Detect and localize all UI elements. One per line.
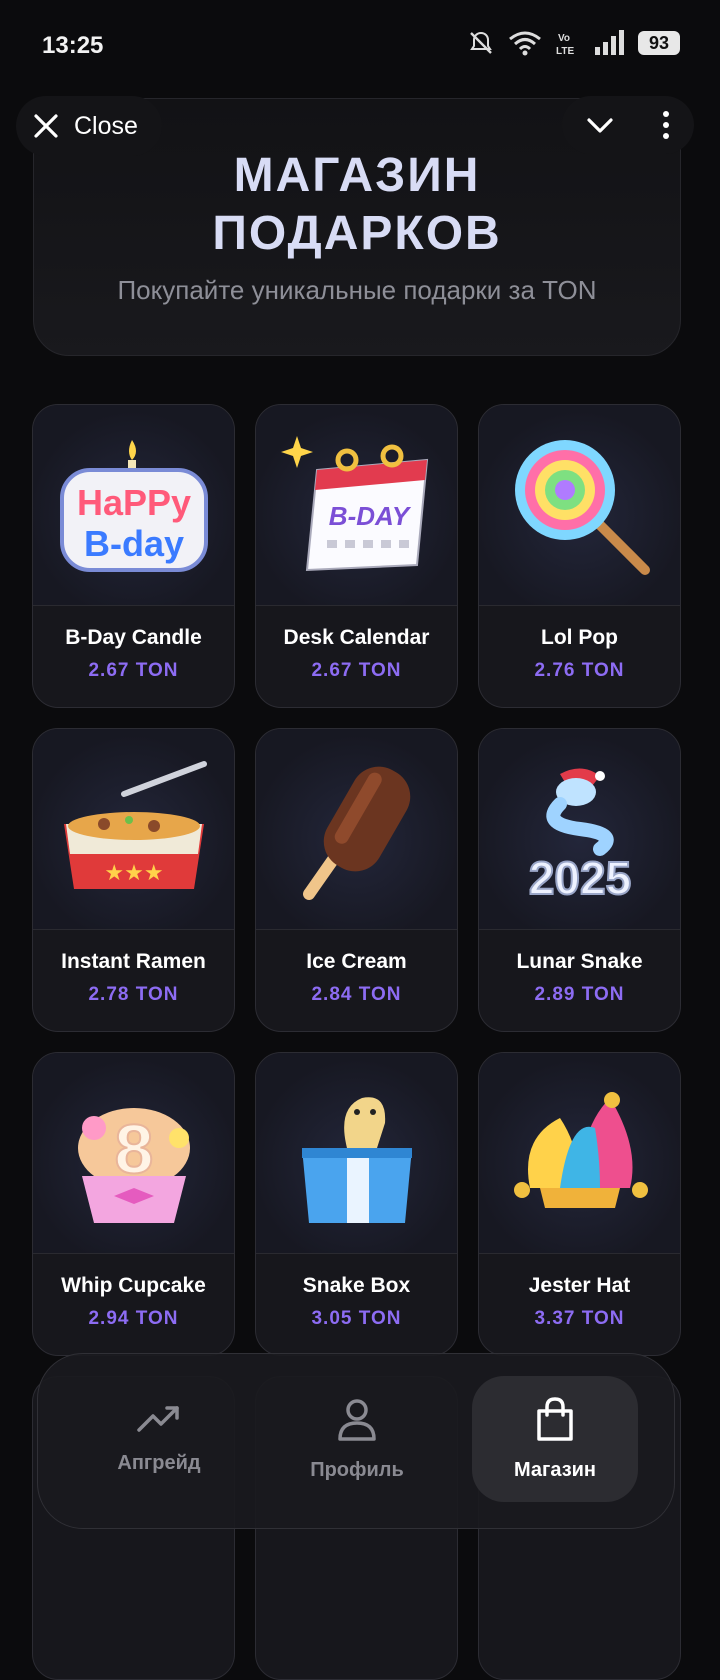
gift-card[interactable]: 2025 Lunar Snake 2.89 TON (478, 728, 681, 1032)
gift-card[interactable]: Snake Box 3.05 TON (255, 1052, 458, 1356)
gift-name: Ice Cream (306, 950, 407, 973)
battery-indicator: 93 (638, 31, 680, 55)
gift-price: 3.05 TON (311, 1308, 402, 1329)
signal-icon (595, 30, 624, 55)
close-icon (34, 114, 58, 138)
gift-card[interactable]: ★★★ Instant Ramen 2.78 TON (32, 728, 235, 1032)
gift-price: 2.94 TON (88, 1308, 179, 1329)
bottom-nav: Апгрейд Профиль Магазин (37, 1353, 675, 1529)
user-icon (338, 1398, 376, 1441)
trending-up-icon (137, 1405, 179, 1432)
gift-image: 2025 (479, 729, 680, 930)
gift-image: 8 (33, 1053, 234, 1254)
birthday-candle-icon: HaPPy B-day (59, 440, 208, 572)
volte-icon: Vo LTE (556, 33, 574, 56)
mute-bell-icon (470, 31, 492, 54)
gift-card[interactable]: Lol Pop 2.76 TON (478, 404, 681, 708)
gift-image: B-DAY (256, 405, 457, 606)
status-bar: 13:25 Vo LTE 93 (0, 0, 720, 90)
gift-name: Snake Box (302, 1274, 411, 1297)
nav-shop-label: Магазин (513, 1458, 597, 1481)
svg-text:★★★: ★★★ (104, 861, 163, 886)
gift-price: 3.37 TON (534, 1308, 625, 1329)
gift-price: 2.89 TON (534, 984, 625, 1005)
jester-hat-icon (513, 1092, 648, 1208)
status-icons: Vo LTE 93 (468, 30, 680, 56)
gift-name: Desk Calendar (283, 626, 430, 649)
chevron-down-icon[interactable] (585, 110, 615, 140)
gift-name: Jester Hat (528, 1274, 631, 1297)
lollipop-icon (514, 440, 650, 575)
svg-text:HaPPy: HaPPy (76, 482, 190, 523)
snake-box-icon (301, 1097, 412, 1223)
gift-image: HaPPy B-day (33, 405, 234, 606)
nav-shop[interactable]: Магазин (472, 1376, 638, 1502)
gift-price: 2.76 TON (534, 660, 625, 681)
gift-name: B-Day Candle (65, 626, 202, 649)
svg-text:2025: 2025 (528, 852, 630, 904)
gift-image (479, 1053, 680, 1254)
nav-upgrade-label: Апгрейд (117, 1451, 201, 1474)
gift-card[interactable]: Ice Cream 2.84 TON (255, 728, 458, 1032)
gift-name: Whip Cupcake (61, 1274, 206, 1297)
page-subtitle: Покупайте уникальные подарки за TON (117, 275, 597, 305)
gift-name: Lol Pop (541, 626, 618, 649)
top-actions (562, 96, 694, 154)
gift-image (256, 729, 457, 930)
lunar-snake-icon: 2025 (527, 768, 632, 904)
svg-text:Vo: Vo (558, 33, 570, 44)
svg-text:LTE: LTE (556, 46, 574, 56)
page-title: МАГАЗИН ПОДАРКОВ (34, 147, 680, 263)
close-button[interactable]: Close (16, 96, 162, 156)
gift-price: 2.67 TON (311, 660, 402, 681)
gift-name: Instant Ramen (61, 950, 206, 973)
gift-card[interactable]: HaPPy B-day B-Day Candle 2.67 TON (32, 404, 235, 708)
gift-image (479, 405, 680, 606)
more-vertical-icon[interactable] (660, 110, 672, 140)
gift-image: ★★★ (33, 729, 234, 930)
gift-card[interactable]: Jester Hat 3.37 TON (478, 1052, 681, 1356)
cupcake-icon: 8 (77, 1108, 190, 1223)
desk-calendar-icon: B-DAY (280, 436, 428, 572)
gift-name: Lunar Snake (516, 950, 643, 973)
wifi-icon (509, 31, 541, 56)
page-title-line2: ПОДАРКОВ (212, 207, 502, 260)
gift-price: 2.84 TON (311, 984, 402, 1005)
nav-profile-label: Профиль (310, 1458, 404, 1481)
nav-upgrade[interactable]: Апгрейд (76, 1376, 242, 1502)
svg-text:B-DAY: B-DAY (328, 501, 411, 531)
gift-card[interactable]: 8 Whip Cupcake 2.94 TON (32, 1052, 235, 1356)
svg-text:B-day: B-day (83, 523, 183, 564)
shopping-bag-icon (537, 1396, 573, 1441)
close-label: Close (74, 111, 138, 140)
nav-profile[interactable]: Профиль (274, 1376, 440, 1502)
gift-price: 2.67 TON (88, 660, 179, 681)
gift-card[interactable]: B-DAY Desk Calendar 2.67 TON (255, 404, 458, 708)
ramen-icon: ★★★ (63, 761, 207, 889)
ice-cream-icon (302, 766, 410, 900)
gift-price: 2.78 TON (88, 984, 179, 1005)
gift-image (256, 1053, 457, 1254)
status-time: 13:25 (42, 32, 104, 59)
